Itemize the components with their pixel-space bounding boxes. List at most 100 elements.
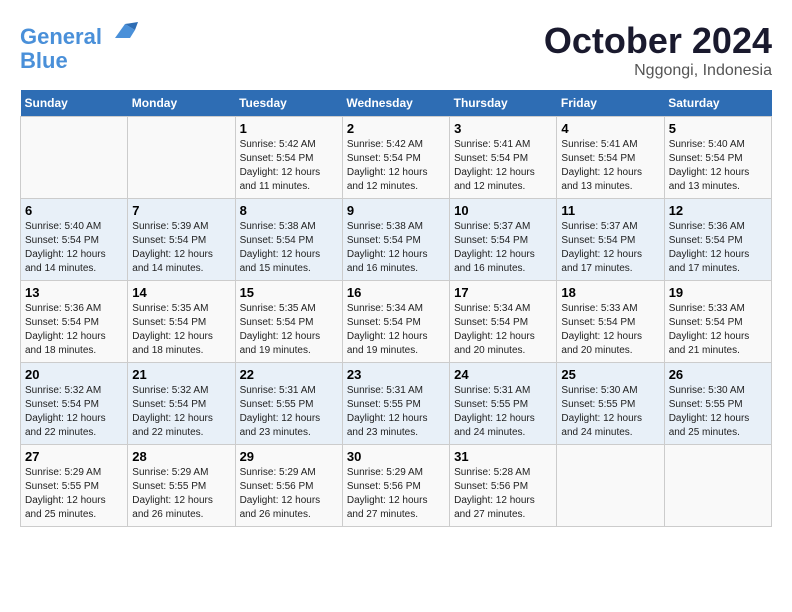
day-number: 6: [25, 203, 123, 218]
table-cell: 19Sunrise: 5:33 AM Sunset: 5:54 PM Dayli…: [664, 281, 771, 363]
table-cell: 1 Sunrise: 5:42 AM Sunset: 5:54 PM Daylig…: [235, 117, 342, 199]
day-number: 16: [347, 285, 445, 300]
day-info: Sunrise: 5:31 AM Sunset: 5:55 PM Dayligh…: [347, 384, 445, 440]
logo-bird-icon: [110, 20, 140, 44]
day-info: Sunrise: 5:29 AM Sunset: 5:56 PM Dayligh…: [347, 466, 445, 522]
day-info: Sunrise: 5:29 AM Sunset: 5:55 PM Dayligh…: [25, 466, 123, 522]
day-info: Sunrise: 5:42 AM Sunset: 5:54 PM Dayligh…: [240, 138, 338, 194]
table-cell: 31 Sunrise: 5:28 AM Sunset: 5:56 PM Dayli…: [450, 445, 557, 527]
day-info: Sunrise: 5:32 AM Sunset: 5:54 PM Dayligh…: [25, 384, 123, 440]
table-cell: [557, 445, 664, 527]
header-thursday: Thursday: [450, 90, 557, 117]
location-subtitle: Nggongi, Indonesia: [544, 62, 772, 80]
day-number: 23: [347, 367, 445, 382]
day-info: Sunrise: 5:36 AM Sunset: 5:54 PM Dayligh…: [25, 302, 123, 358]
table-cell: 4 Sunrise: 5:41 AM Sunset: 5:54 PM Daylig…: [557, 117, 664, 199]
day-number: 5: [669, 121, 767, 136]
day-number: 9: [347, 203, 445, 218]
day-number: 28: [132, 449, 230, 464]
day-info: Sunrise: 5:31 AM Sunset: 5:55 PM Dayligh…: [240, 384, 338, 440]
header-monday: Monday: [128, 90, 235, 117]
day-number: 2: [347, 121, 445, 136]
day-number: 17: [454, 285, 552, 300]
day-info: Sunrise: 5:34 AM Sunset: 5:54 PM Dayligh…: [347, 302, 445, 358]
calendar-table: SundayMondayTuesdayWednesdayThursdayFrid…: [20, 90, 772, 527]
day-info: Sunrise: 5:40 AM Sunset: 5:54 PM Dayligh…: [25, 220, 123, 276]
week-row-2: 6 Sunrise: 5:40 AM Sunset: 5:54 PM Daylig…: [21, 199, 772, 281]
table-cell: 16 Sunrise: 5:34 AM Sunset: 5:54 PM Dayli…: [342, 281, 449, 363]
day-number: 18: [561, 285, 659, 300]
day-number: 26: [669, 367, 767, 382]
table-cell: 10 Sunrise: 5:37 AM Sunset: 5:54 PM Dayli…: [450, 199, 557, 281]
header-wednesday: Wednesday: [342, 90, 449, 117]
table-cell: 21Sunrise: 5:32 AM Sunset: 5:54 PM Dayli…: [128, 363, 235, 445]
table-cell: 22 Sunrise: 5:31 AM Sunset: 5:55 PM Dayli…: [235, 363, 342, 445]
day-info: Sunrise: 5:37 AM Sunset: 5:54 PM Dayligh…: [561, 220, 659, 276]
day-number: 8: [240, 203, 338, 218]
day-info: Sunrise: 5:28 AM Sunset: 5:56 PM Dayligh…: [454, 466, 552, 522]
header-friday: Friday: [557, 90, 664, 117]
day-info: Sunrise: 5:31 AM Sunset: 5:55 PM Dayligh…: [454, 384, 552, 440]
day-number: 14: [132, 285, 230, 300]
day-info: Sunrise: 5:41 AM Sunset: 5:54 PM Dayligh…: [561, 138, 659, 194]
table-cell: 29Sunrise: 5:29 AM Sunset: 5:56 PM Dayli…: [235, 445, 342, 527]
logo: General Blue: [20, 20, 140, 73]
table-cell: 2Sunrise: 5:42 AM Sunset: 5:54 PM Daylig…: [342, 117, 449, 199]
day-info: Sunrise: 5:34 AM Sunset: 5:54 PM Dayligh…: [454, 302, 552, 358]
table-cell: 11 Sunrise: 5:37 AM Sunset: 5:54 PM Dayli…: [557, 199, 664, 281]
month-title: October 2024: [544, 20, 772, 62]
day-info: Sunrise: 5:29 AM Sunset: 5:55 PM Dayligh…: [132, 466, 230, 522]
week-row-1: 1 Sunrise: 5:42 AM Sunset: 5:54 PM Daylig…: [21, 117, 772, 199]
week-row-4: 20 Sunrise: 5:32 AM Sunset: 5:54 PM Dayli…: [21, 363, 772, 445]
day-info: Sunrise: 5:35 AM Sunset: 5:54 PM Dayligh…: [240, 302, 338, 358]
day-number: 4: [561, 121, 659, 136]
table-cell: [21, 117, 128, 199]
table-cell: 26 Sunrise: 5:30 AM Sunset: 5:55 PM Dayli…: [664, 363, 771, 445]
table-cell: 14 Sunrise: 5:35 AM Sunset: 5:54 PM Dayli…: [128, 281, 235, 363]
table-cell: 3 Sunrise: 5:41 AM Sunset: 5:54 PM Daylig…: [450, 117, 557, 199]
title-section: October 2024 Nggongi, Indonesia: [544, 20, 772, 80]
day-info: Sunrise: 5:38 AM Sunset: 5:54 PM Dayligh…: [347, 220, 445, 276]
day-info: Sunrise: 5:30 AM Sunset: 5:55 PM Dayligh…: [669, 384, 767, 440]
day-info: Sunrise: 5:35 AM Sunset: 5:54 PM Dayligh…: [132, 302, 230, 358]
table-cell: 7Sunrise: 5:39 AM Sunset: 5:54 PM Daylig…: [128, 199, 235, 281]
day-number: 25: [561, 367, 659, 382]
day-number: 12: [669, 203, 767, 218]
table-cell: 8 Sunrise: 5:38 AM Sunset: 5:54 PM Daylig…: [235, 199, 342, 281]
day-number: 1: [240, 121, 338, 136]
day-number: 11: [561, 203, 659, 218]
table-cell: 15 Sunrise: 5:35 AM Sunset: 5:54 PM Dayli…: [235, 281, 342, 363]
table-cell: 25 Sunrise: 5:30 AM Sunset: 5:55 PM Dayli…: [557, 363, 664, 445]
table-cell: 23 Sunrise: 5:31 AM Sunset: 5:55 PM Dayli…: [342, 363, 449, 445]
table-cell: 12Sunrise: 5:36 AM Sunset: 5:54 PM Dayli…: [664, 199, 771, 281]
table-cell: 27 Sunrise: 5:29 AM Sunset: 5:55 PM Dayli…: [21, 445, 128, 527]
page-header: General Blue October 2024 Nggongi, Indon…: [20, 20, 772, 80]
day-number: 3: [454, 121, 552, 136]
day-info: Sunrise: 5:38 AM Sunset: 5:54 PM Dayligh…: [240, 220, 338, 276]
day-number: 31: [454, 449, 552, 464]
day-number: 27: [25, 449, 123, 464]
table-cell: 30 Sunrise: 5:29 AM Sunset: 5:56 PM Dayli…: [342, 445, 449, 527]
table-cell: 6 Sunrise: 5:40 AM Sunset: 5:54 PM Daylig…: [21, 199, 128, 281]
table-cell: 28 Sunrise: 5:29 AM Sunset: 5:55 PM Dayli…: [128, 445, 235, 527]
day-info: Sunrise: 5:41 AM Sunset: 5:54 PM Dayligh…: [454, 138, 552, 194]
table-cell: 9 Sunrise: 5:38 AM Sunset: 5:54 PM Daylig…: [342, 199, 449, 281]
week-row-3: 13Sunrise: 5:36 AM Sunset: 5:54 PM Dayli…: [21, 281, 772, 363]
day-number: 10: [454, 203, 552, 218]
logo-blue: Blue: [20, 48, 68, 73]
day-number: 20: [25, 367, 123, 382]
header-saturday: Saturday: [664, 90, 771, 117]
table-cell: [128, 117, 235, 199]
day-number: 29: [240, 449, 338, 464]
day-number: 19: [669, 285, 767, 300]
day-info: Sunrise: 5:37 AM Sunset: 5:54 PM Dayligh…: [454, 220, 552, 276]
day-info: Sunrise: 5:33 AM Sunset: 5:54 PM Dayligh…: [561, 302, 659, 358]
day-number: 30: [347, 449, 445, 464]
day-number: 15: [240, 285, 338, 300]
day-number: 22: [240, 367, 338, 382]
table-cell: 5Sunrise: 5:40 AM Sunset: 5:54 PM Daylig…: [664, 117, 771, 199]
table-cell: 24Sunrise: 5:31 AM Sunset: 5:55 PM Dayli…: [450, 363, 557, 445]
day-number: 21: [132, 367, 230, 382]
table-cell: [664, 445, 771, 527]
day-info: Sunrise: 5:30 AM Sunset: 5:55 PM Dayligh…: [561, 384, 659, 440]
